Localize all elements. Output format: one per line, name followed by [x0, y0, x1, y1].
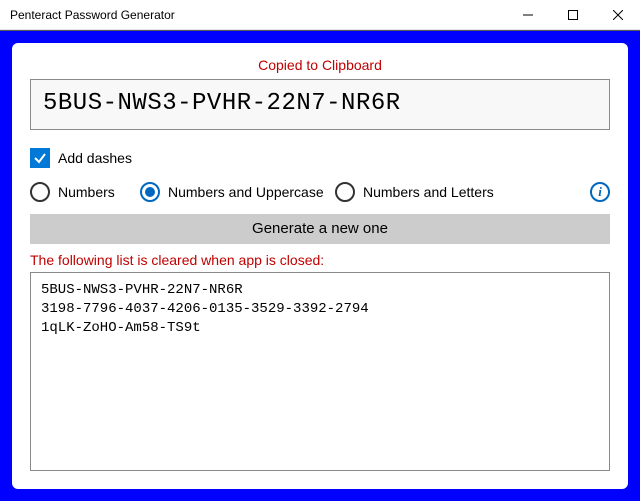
- maximize-button[interactable]: [550, 0, 595, 30]
- minimize-button[interactable]: [505, 0, 550, 30]
- titlebar: Penteract Password Generator: [0, 0, 640, 30]
- history-item: 1qLK-ZoHO-Am58-TS9t: [41, 320, 201, 336]
- history-note: The following list is cleared when app i…: [30, 252, 610, 268]
- radio-label: Numbers and Uppercase: [168, 184, 324, 200]
- checkbox-checked-icon: [30, 148, 50, 168]
- history-item: 5BUS-NWS3-PVHR-22N7-NR6R: [41, 282, 243, 298]
- close-button[interactable]: [595, 0, 640, 30]
- status-message: Copied to Clipboard: [30, 57, 610, 73]
- password-output[interactable]: 5BUS-NWS3-PVHR-22N7-NR6R: [30, 79, 610, 130]
- radio-label: Numbers and Letters: [363, 184, 494, 200]
- add-dashes-label: Add dashes: [58, 150, 132, 166]
- radio-numbers-uppercase[interactable]: Numbers and Uppercase: [140, 182, 335, 202]
- add-dashes-option[interactable]: Add dashes: [30, 148, 610, 168]
- main-panel: Copied to Clipboard 5BUS-NWS3-PVHR-22N7-…: [12, 43, 628, 489]
- radio-label: Numbers: [58, 184, 115, 200]
- generate-button[interactable]: Generate a new one: [30, 214, 610, 244]
- history-item: 3198-7796-4037-4206-0135-3529-3392-2794: [41, 301, 369, 317]
- window-title: Penteract Password Generator: [10, 0, 505, 30]
- charset-radios: Numbers Numbers and Uppercase Numbers an…: [30, 182, 610, 202]
- history-list[interactable]: 5BUS-NWS3-PVHR-22N7-NR6R 3198-7796-4037-…: [30, 272, 610, 471]
- radio-selected-icon: [140, 182, 160, 202]
- radio-numbers[interactable]: Numbers: [30, 182, 140, 202]
- radio-numbers-letters[interactable]: Numbers and Letters: [335, 182, 510, 202]
- radio-icon: [335, 182, 355, 202]
- window-frame: Copied to Clipboard 5BUS-NWS3-PVHR-22N7-…: [0, 30, 640, 501]
- radio-icon: [30, 182, 50, 202]
- info-icon[interactable]: i: [590, 182, 610, 202]
